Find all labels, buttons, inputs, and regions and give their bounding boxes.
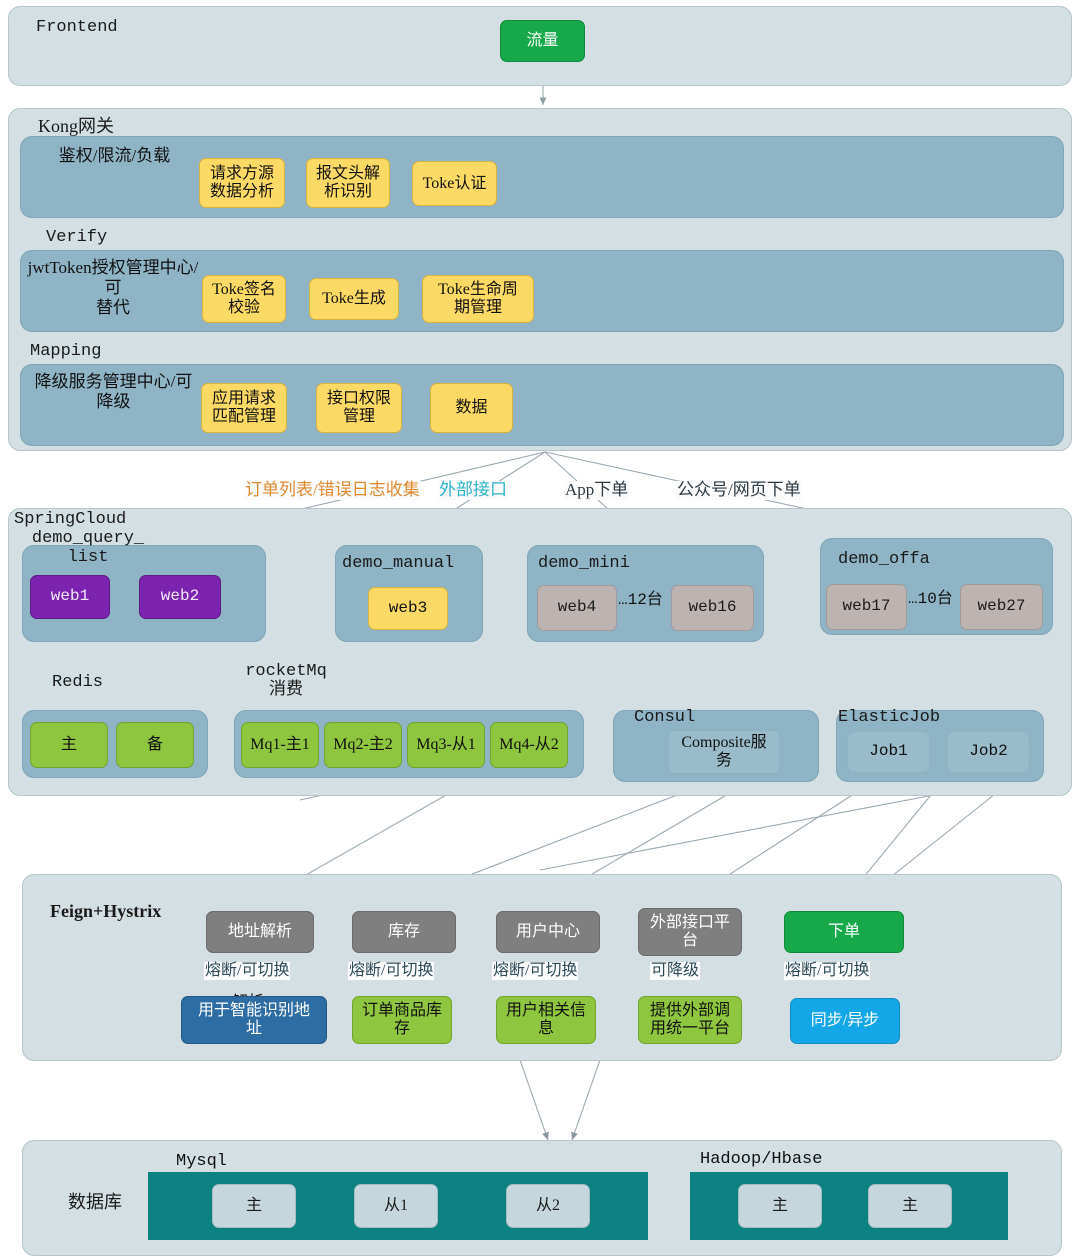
service-demo-manual-title: demo_manual <box>342 554 455 573</box>
kong-node-token-sign-verify[interactable]: Toke签名 校验 <box>202 275 286 323</box>
web3-node[interactable]: web3 <box>368 587 448 630</box>
demo-mini-count-label: …12台 <box>618 591 663 609</box>
hbase-master2-node[interactable]: 主 <box>868 1184 952 1228</box>
feign-hystrix-label-3: 可降级 <box>650 962 701 980</box>
hadoop-hbase-title: Hadoop/Hbase <box>700 1150 823 1169</box>
mq4-node[interactable]: Mq4-从2 <box>490 722 568 768</box>
edge-label-app-order: App下单 <box>564 480 630 500</box>
feign-service-external-platform[interactable]: 外部接口平 台 <box>638 908 742 956</box>
edge-label-wechat-web-order: 公众号/网页下单 <box>676 480 802 500</box>
kong-band-mapping-label: 降级服务管理中心/可 降级 <box>34 372 193 412</box>
kong-node-token-lifecycle[interactable]: Toke生命周 期管理 <box>422 275 534 323</box>
service-demo-mini-title: demo_mini <box>538 554 630 573</box>
job1-node[interactable]: Job1 <box>847 731 930 773</box>
kong-node-header-parse[interactable]: 报文头解 析识别 <box>306 158 390 208</box>
service-demo-offa-title: demo_offa <box>838 550 930 569</box>
verify-section-title: Verify <box>46 228 108 247</box>
kong-node-app-request-match[interactable]: 应用请求 匹配管理 <box>201 383 287 433</box>
web4-node[interactable]: web4 <box>537 585 617 631</box>
mysql-slave2-node[interactable]: 从2 <box>506 1184 590 1228</box>
feign-service-place-order[interactable]: 下单 <box>784 911 904 953</box>
feign-hystrix-title: Feign+Hystrix <box>50 901 162 921</box>
web1-node[interactable]: web1 <box>30 575 110 619</box>
database-title: 数据库 <box>68 1192 122 1212</box>
kong-band-auth-label: 鉴权/限流/负载 <box>58 146 171 165</box>
feign-fallback-external-platform[interactable]: 提供外部调 用统一平台 <box>638 996 742 1044</box>
redis-title: Redis <box>52 673 104 692</box>
edge-label-order-list: 订单列表/错误日志收集 <box>244 480 421 500</box>
kong-node-api-permission[interactable]: 接口权限 管理 <box>316 383 402 433</box>
web17-node[interactable]: web17 <box>826 584 907 630</box>
feign-hystrix-label-4: 熔断/可切换 <box>784 962 871 980</box>
kong-title: Kong网关 <box>38 116 114 136</box>
feign-fallback-user-info[interactable]: 用户相关信 息 <box>496 996 596 1044</box>
mq1-node[interactable]: Mq1-主1 <box>241 722 319 768</box>
edge-label-external-api: 外部接口 <box>438 480 508 500</box>
mysql-master-node[interactable]: 主 <box>212 1184 296 1228</box>
consul-composite-service-node[interactable]: Composite服 务 <box>668 730 780 774</box>
mq3-node[interactable]: Mq3-从1 <box>407 722 485 768</box>
web27-node[interactable]: web27 <box>960 584 1043 630</box>
consul-title: Consul <box>634 708 696 727</box>
demo-offa-count-label: …10台 <box>908 590 953 608</box>
feign-hystrix-label-1: 熔断/可切换 <box>348 962 435 980</box>
kong-node-token-generate[interactable]: Toke生成 <box>309 278 399 320</box>
web16-node[interactable]: web16 <box>671 585 754 631</box>
mysql-slave1-node[interactable]: 从1 <box>354 1184 438 1228</box>
service-demo-query-list-title: demo_query_ list <box>31 529 145 567</box>
feign-fallback-address[interactable]: 用于智能识别地 址 <box>181 996 327 1044</box>
job2-node[interactable]: Job2 <box>947 731 1030 773</box>
kong-node-token-auth[interactable]: Toke认证 <box>412 161 497 206</box>
mq2-node[interactable]: Mq2-主2 <box>324 722 402 768</box>
kong-band-verify-label: jwtToken授权管理中心/可 替代 <box>27 258 199 318</box>
feign-service-user-center[interactable]: 用户中心 <box>496 911 600 953</box>
web2-node[interactable]: web2 <box>139 575 221 619</box>
redis-backup-node[interactable]: 备 <box>116 722 194 768</box>
feign-fallback-sync-async[interactable]: 同步/异步 <box>790 998 900 1044</box>
feign-hystrix-label-2: 熔断/可切换 <box>492 962 579 980</box>
feign-hystrix-label-0: 熔断/可切换 <box>204 962 291 980</box>
mysql-title: Mysql <box>176 1152 228 1171</box>
architecture-diagram: Frontend 流量 Kong网关 鉴权/限流/负载 请求方源 数据分析 报文… <box>0 0 1080 1260</box>
traffic-node[interactable]: 流量 <box>500 20 585 62</box>
kong-node-data[interactable]: 数据 <box>430 383 513 433</box>
elasticjob-title: ElasticJob <box>838 708 941 727</box>
hbase-master1-node[interactable]: 主 <box>738 1184 822 1228</box>
feign-fallback-inventory[interactable]: 订单商品库 存 <box>352 996 452 1044</box>
redis-master-node[interactable]: 主 <box>30 722 108 768</box>
rocketmq-title: rocketMq 消费 <box>245 662 327 701</box>
frontend-title: Frontend <box>36 18 118 37</box>
springcloud-title: SpringCloud <box>14 510 127 529</box>
feign-service-inventory[interactable]: 库存 <box>352 911 456 953</box>
kong-node-source-analysis[interactable]: 请求方源 数据分析 <box>199 158 285 208</box>
feign-service-address-parse[interactable]: 地址解析 <box>206 911 314 953</box>
mapping-section-title: Mapping <box>30 342 102 361</box>
